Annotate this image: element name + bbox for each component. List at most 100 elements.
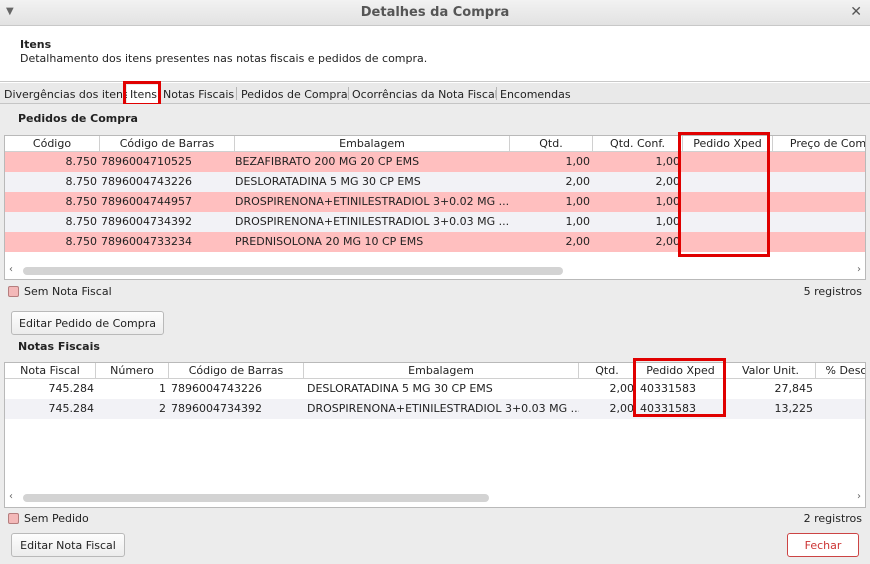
table-row[interactable]: 8.750 7896004743226 DESLORATADINA 5 MG 3…	[5, 172, 865, 192]
cell-qtd-conf: 1,00	[655, 195, 681, 208]
close-icon[interactable]: ✕	[850, 4, 862, 20]
cell-embalagem: DROSPIRENONA+ETINILESTRADIOL 3+0.02 MG .…	[235, 195, 510, 208]
cell-nota-fiscal: 745.284	[48, 402, 95, 415]
cell-codigo: 8.750	[65, 175, 98, 188]
cell-valor-unit: 27,845	[774, 382, 814, 395]
cell-qtd-conf: 2,00	[655, 235, 681, 248]
cell-codigo: 8.750	[65, 235, 98, 248]
cell-numero: 1	[159, 382, 166, 395]
tab-separator	[496, 87, 497, 100]
cell-codigo-barras: 7896004743226	[171, 382, 262, 395]
tab-separator	[236, 87, 237, 100]
cell-embalagem: BEZAFIBRATO 200 MG 20 CP EMS	[235, 155, 420, 168]
legend-swatch	[8, 513, 19, 524]
cell-codigo: 8.750	[65, 155, 98, 168]
cell-codigo: 8.750	[65, 195, 98, 208]
col-codigo-barras[interactable]: Código de Barras	[169, 363, 304, 379]
cell-valor-unit: 13,225	[774, 402, 814, 415]
col-codigo[interactable]: Código	[5, 136, 100, 152]
cell-codigo-barras: 7896004744957	[101, 195, 192, 208]
cell-embalagem: DESLORATADINA 5 MG 30 CP EMS	[307, 382, 493, 395]
cell-qtd: 1,00	[565, 215, 591, 228]
cell-embalagem: PREDNISOLONA 20 MG 10 CP EMS	[235, 235, 424, 248]
cell-codigo-barras: 7896004710525	[101, 155, 192, 168]
cell-qtd-conf: 1,00	[655, 155, 681, 168]
scroll-right-icon[interactable]: ›	[857, 264, 861, 275]
tab-separator	[124, 87, 125, 100]
col-qtd[interactable]: Qtd.	[510, 136, 593, 152]
dialog-header: Itens Detalhamento dos itens presentes n…	[0, 26, 870, 82]
notas-record-count: 2 registros	[803, 512, 862, 525]
cell-numero: 2	[159, 402, 166, 415]
col-embalagem[interactable]: Embalagem	[235, 136, 510, 152]
cell-qtd: 2,00	[609, 382, 635, 395]
header-subtitle: Detalhamento dos itens presentes nas not…	[20, 52, 428, 65]
tab-notas-fiscais[interactable]: Notas Fiscais	[163, 85, 234, 103]
cell-codigo-barras: 7896004734392	[171, 402, 262, 415]
col-qtd[interactable]: Qtd.	[579, 363, 636, 379]
pedidos-section-label: Pedidos de Compra	[18, 112, 138, 125]
tab-separator	[348, 87, 349, 100]
notas-horizontal-scrollbar[interactable]: ‹ ›	[5, 491, 865, 505]
col-embalagem[interactable]: Embalagem	[304, 363, 579, 379]
cell-qtd: 2,00	[565, 175, 591, 188]
pedidos-table[interactable]: Código Código de Barras Embalagem Qtd. Q…	[4, 135, 866, 280]
scroll-thumb[interactable]	[23, 267, 563, 275]
cell-embalagem: DROSPIRENONA+ETINILESTRADIOL 3+0.03 MG .…	[235, 215, 510, 228]
window-title: Detalhes da Compra	[360, 5, 510, 20]
table-row[interactable]: 8.750 7896004734392 DROSPIRENONA+ETINILE…	[5, 212, 865, 232]
scroll-right-icon[interactable]: ›	[857, 491, 861, 502]
table-row[interactable]: 8.750 7896004710525 BEZAFIBRATO 200 MG 2…	[5, 152, 865, 172]
tab-encomendas[interactable]: Encomendas	[500, 85, 571, 103]
close-button[interactable]: Fechar	[787, 533, 859, 557]
notas-legend: Sem Pedido	[24, 512, 89, 525]
scroll-thumb[interactable]	[23, 494, 489, 502]
notas-section-label: Notas Fiscais	[18, 340, 100, 353]
col-numero[interactable]: Número	[96, 363, 169, 379]
cell-qtd-conf: 1,00	[655, 215, 681, 228]
col-qtd-conf[interactable]: Qtd. Conf.	[593, 136, 683, 152]
col-nota-fiscal[interactable]: Nota Fiscal	[5, 363, 96, 379]
tab-divergencias[interactable]: Divergências dos itens	[4, 85, 129, 103]
cell-qtd: 1,00	[565, 155, 591, 168]
scroll-left-icon[interactable]: ‹	[9, 491, 13, 502]
pedidos-legend: Sem Nota Fiscal	[24, 285, 112, 298]
window-titlebar: ▼ Detalhes da Compra ✕	[0, 0, 870, 26]
table-row[interactable]: 745.284 2 7896004734392 DROSPIRENONA+ETI…	[5, 399, 865, 419]
cell-embalagem: DROSPIRENONA+ETINILESTRADIOL 3+0.03 MG .…	[307, 402, 579, 415]
cell-qtd-conf: 2,00	[655, 175, 681, 188]
cell-codigo-barras: 7896004733234	[101, 235, 192, 248]
col-desconto[interactable]: % Desc	[816, 363, 865, 379]
cell-codigo: 8.750	[65, 215, 98, 228]
table-row[interactable]: 8.750 7896004733234 PREDNISOLONA 20 MG 1…	[5, 232, 865, 252]
col-codigo-barras[interactable]: Código de Barras	[100, 136, 235, 152]
pedidos-table-header: Código Código de Barras Embalagem Qtd. Q…	[5, 136, 865, 152]
cell-codigo-barras: 7896004734392	[101, 215, 192, 228]
tab-itens[interactable]: Itens	[127, 85, 159, 103]
cell-codigo-barras: 7896004743226	[101, 175, 192, 188]
edit-purchase-order-button[interactable]: Editar Pedido de Compra	[11, 311, 164, 335]
legend-swatch	[8, 286, 19, 297]
notas-table[interactable]: Nota Fiscal Número Código de Barras Emba…	[4, 362, 866, 508]
edit-invoice-button[interactable]: Editar Nota Fiscal	[11, 533, 125, 557]
notas-status-bar: Sem Pedido 2 registros	[4, 510, 866, 528]
pedidos-status-bar: Sem Nota Fiscal 5 registros	[4, 283, 866, 301]
notas-table-header: Nota Fiscal Número Código de Barras Emba…	[5, 363, 865, 379]
cell-nota-fiscal: 745.284	[48, 382, 95, 395]
pedidos-horizontal-scrollbar[interactable]: ‹ ›	[5, 264, 865, 278]
col-valor-unit[interactable]: Valor Unit.	[726, 363, 816, 379]
cell-pedido-xped: 40331583	[640, 382, 696, 395]
tab-pedidos-de-compra[interactable]: Pedidos de Compra	[241, 85, 348, 103]
col-preco-compra[interactable]: Preço de Com	[773, 136, 865, 152]
cell-embalagem: DESLORATADINA 5 MG 30 CP EMS	[235, 175, 421, 188]
table-row[interactable]: 745.284 1 7896004743226 DESLORATADINA 5 …	[5, 379, 865, 399]
col-pedido-xped[interactable]: Pedido Xped	[636, 363, 726, 379]
col-pedido-xped[interactable]: Pedido Xped	[683, 136, 773, 152]
tab-bar: Divergências dos itens Itens Notas Fisca…	[0, 83, 870, 104]
tab-ocorrencias[interactable]: Ocorrências da Nota Fiscal	[352, 85, 498, 103]
table-row[interactable]: 8.750 7896004744957 DROSPIRENONA+ETINILE…	[5, 192, 865, 212]
scroll-left-icon[interactable]: ‹	[9, 264, 13, 275]
pedidos-record-count: 5 registros	[803, 285, 862, 298]
cell-pedido-xped: 40331583	[640, 402, 696, 415]
cell-qtd: 2,00	[565, 235, 591, 248]
